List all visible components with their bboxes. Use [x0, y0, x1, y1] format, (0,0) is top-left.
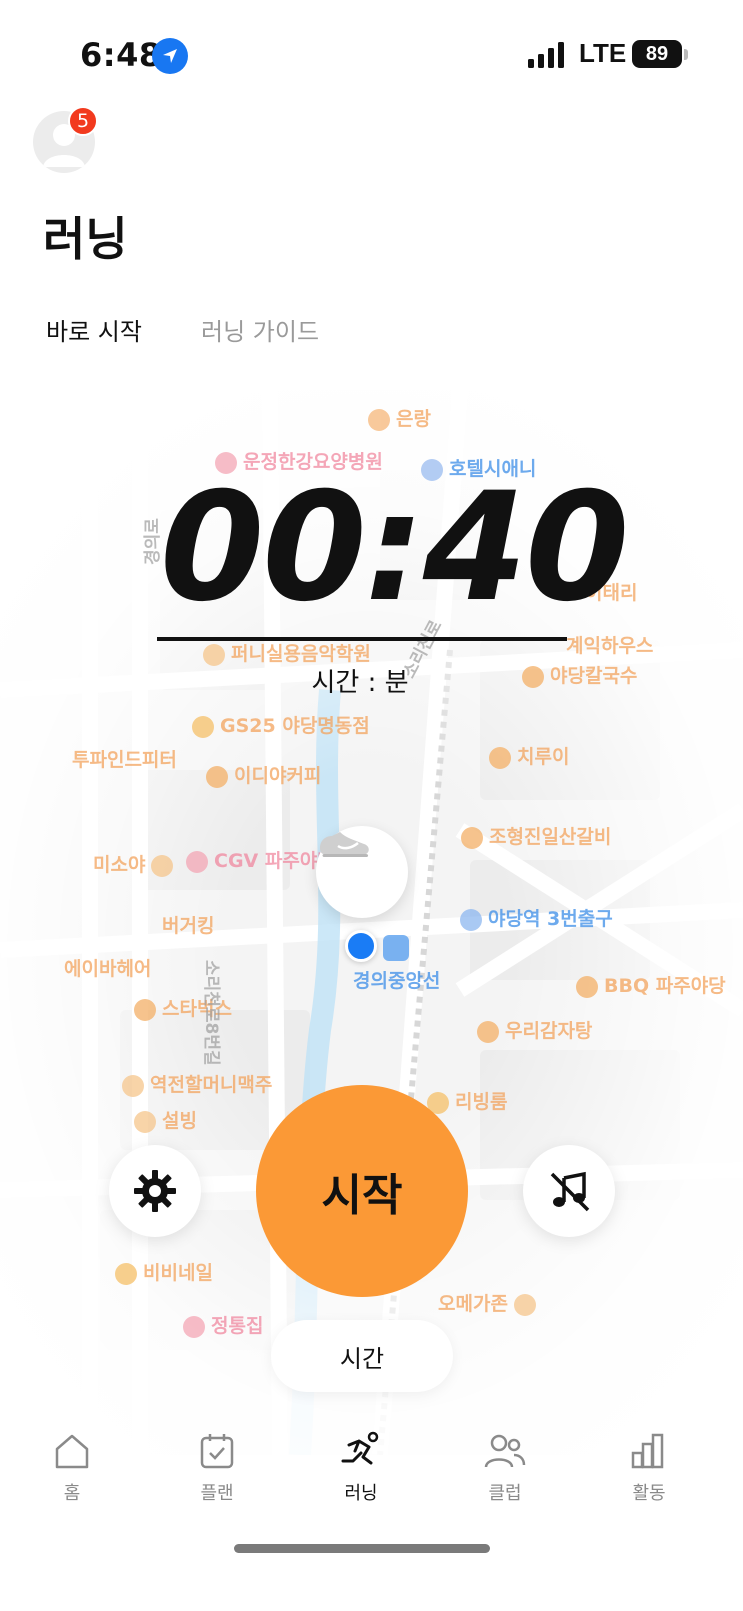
- tabbar-label: 활동: [632, 1483, 666, 1504]
- tabbar-club[interactable]: 클럽: [460, 1431, 550, 1505]
- timer-unit-label: 시간 : 분: [311, 668, 409, 698]
- train-station-icon: [383, 935, 409, 961]
- map-label: 정통집: [183, 1311, 263, 1338]
- tab-running-guide[interactable]: 러닝 가이드: [201, 312, 319, 347]
- map-label: 미소야: [93, 850, 179, 877]
- network-type: LTE: [579, 38, 627, 68]
- tabbar-label: 플랜: [200, 1483, 234, 1504]
- current-location-dot: [345, 930, 377, 962]
- map-label: 경의중앙선: [353, 970, 441, 992]
- battery-icon: [684, 49, 688, 60]
- status-bar: 6:48 LTE 89: [0, 0, 743, 100]
- start-button[interactable]: 시작: [256, 1085, 468, 1297]
- cellular-signal-icon: [528, 42, 564, 68]
- map-label: 계익하우스: [566, 635, 654, 657]
- tabbar-activity[interactable]: 활동: [604, 1431, 694, 1505]
- bottom-tab-bar: 홈 플랜 러닝 클럽 활동: [0, 1415, 743, 1525]
- map-label: 비비네일: [115, 1258, 213, 1285]
- club-icon: [484, 1434, 526, 1468]
- map-label: 역전할머니맥주: [122, 1070, 272, 1097]
- music-off-button[interactable]: [523, 1145, 615, 1237]
- battery-level: 89: [632, 40, 682, 68]
- map-label: 소리천로8번길: [201, 960, 221, 1066]
- tabbar-label: 클럽: [488, 1483, 522, 1504]
- page-title: 러닝: [43, 212, 128, 266]
- map-label: 리빙룸: [427, 1087, 507, 1114]
- notification-badge: 5: [68, 106, 98, 136]
- timer-value[interactable]: 00:40: [160, 469, 629, 628]
- running-shoe-icon: [320, 832, 369, 857]
- tab-quick-start[interactable]: 바로 시작: [46, 312, 142, 347]
- map-label: CGV 파주야당: [186, 846, 335, 873]
- map-label: 설빙: [134, 1106, 197, 1133]
- map-label: GS25 야당명동점: [192, 711, 370, 738]
- gear-icon: [134, 1170, 176, 1212]
- map-label: 이디야커피: [206, 761, 321, 788]
- tabbar-label: 홈: [63, 1483, 81, 1504]
- settings-button[interactable]: [109, 1145, 201, 1237]
- map-label: 야당역 3번출구: [460, 904, 613, 931]
- map-label: 오메가존: [438, 1289, 542, 1316]
- location-arrow-icon: [152, 38, 188, 74]
- map-label: 버거킹: [162, 915, 215, 937]
- map-label: 우리감자탕: [477, 1016, 592, 1043]
- home-indicator: [234, 1544, 490, 1553]
- map-label: BBQ 파주야당: [576, 971, 726, 998]
- map-label: 은랑: [368, 404, 431, 431]
- music-off-icon: [550, 1171, 590, 1212]
- running-icon: [341, 1431, 379, 1465]
- status-time: 6:48: [80, 36, 162, 74]
- shoe-select-button[interactable]: [316, 826, 408, 918]
- map-label: 투파인드피터: [72, 749, 177, 771]
- map-label: 에이바헤어: [64, 958, 152, 980]
- home-icon: [55, 1434, 89, 1469]
- timer-underline: [157, 637, 567, 641]
- map-label: 치루이: [489, 742, 569, 769]
- plan-icon: [200, 1434, 234, 1469]
- tabbar-running[interactable]: 러닝: [316, 1431, 406, 1505]
- tabbar-plan[interactable]: 플랜: [172, 1431, 262, 1505]
- map-label: 조형진일산갈비: [461, 822, 611, 849]
- tabbar-label: 러닝: [344, 1483, 378, 1504]
- activity-icon: [631, 1433, 664, 1469]
- tabbar-home[interactable]: 홈: [27, 1431, 117, 1505]
- mode-select-button[interactable]: 시간: [271, 1320, 453, 1392]
